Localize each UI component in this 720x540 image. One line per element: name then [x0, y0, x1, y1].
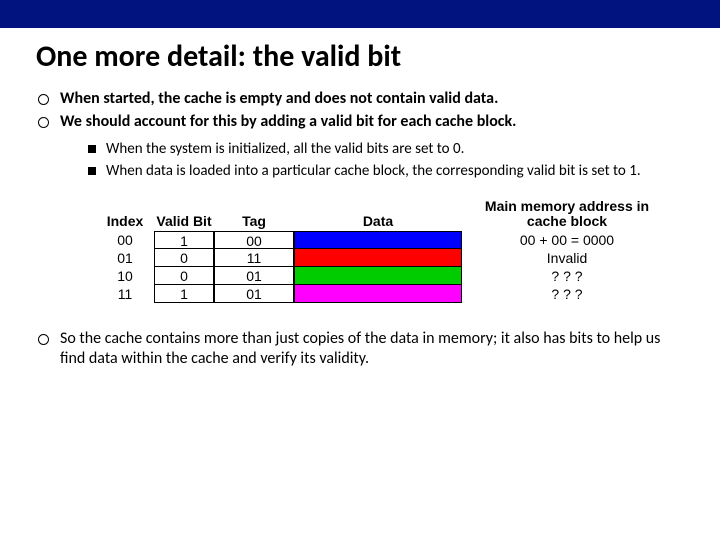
col-header: Data: [294, 199, 462, 231]
data-cell: [294, 231, 462, 249]
valid-cell: 0: [154, 249, 214, 267]
col-header: Valid Bit: [154, 199, 214, 231]
index-cell: 01: [96, 249, 154, 267]
bullet-text: We should account for this by adding a v…: [60, 112, 516, 131]
col-data: Data: [294, 199, 462, 303]
sub-bullet-text: When data is loaded into a particular ca…: [106, 162, 641, 180]
sub-bullet-item: When the system is initialized, all the …: [88, 140, 684, 159]
bullet-text: When started, the cache is empty and doe…: [60, 89, 498, 108]
col-header: Main memory address in cache block: [480, 199, 654, 231]
mem-cell: ? ? ?: [480, 267, 654, 285]
tag-cell: 11: [214, 249, 294, 267]
bullet-item: When started, the cache is empty and doe…: [36, 89, 684, 109]
data-cell: [294, 267, 462, 285]
closing-bullet-list: So the cache contains more than just cop…: [36, 329, 684, 369]
col-header: Index: [96, 199, 154, 231]
col-valid: Valid Bit 1 0 0 1: [154, 199, 214, 303]
data-cell: [294, 249, 462, 267]
valid-cell: 0: [154, 267, 214, 285]
tag-cell: 01: [214, 285, 294, 303]
closing-bullet: So the cache contains more than just cop…: [36, 329, 684, 369]
sub-bullet-item: When data is loaded into a particular ca…: [88, 162, 684, 181]
page-title: One more detail: the valid bit: [36, 38, 684, 75]
index-cell: 10: [96, 267, 154, 285]
data-cell: [294, 285, 462, 303]
col-index: Index 00 01 10 11: [96, 199, 154, 303]
bullet-item: We should account for this by adding a v…: [36, 112, 684, 181]
main-bullet-list: When started, the cache is empty and doe…: [36, 89, 684, 181]
index-cell: 00: [96, 231, 154, 249]
cache-table: Index 00 01 10 11 Valid Bit 1 0 0 1 Tag …: [96, 199, 684, 303]
valid-cell: 1: [154, 231, 214, 249]
col-tag: Tag 00 11 01 01: [214, 199, 294, 303]
tag-cell: 01: [214, 267, 294, 285]
closing-text: So the cache contains more than just cop…: [60, 329, 660, 368]
top-banner: [0, 0, 720, 28]
sub-bullet-text: When the system is initialized, all the …: [106, 140, 464, 158]
col-mem-address: Main memory address in cache block 00 + …: [462, 199, 654, 303]
col-header: Tag: [214, 199, 294, 231]
mem-cell: 00 + 00 = 0000: [480, 231, 654, 249]
sub-bullet-list: When the system is initialized, all the …: [88, 140, 684, 181]
valid-cell: 1: [154, 285, 214, 303]
index-cell: 11: [96, 285, 154, 303]
mem-cell: Invalid: [480, 249, 654, 267]
mem-cell: ? ? ?: [480, 285, 654, 303]
tag-cell: 00: [214, 231, 294, 249]
